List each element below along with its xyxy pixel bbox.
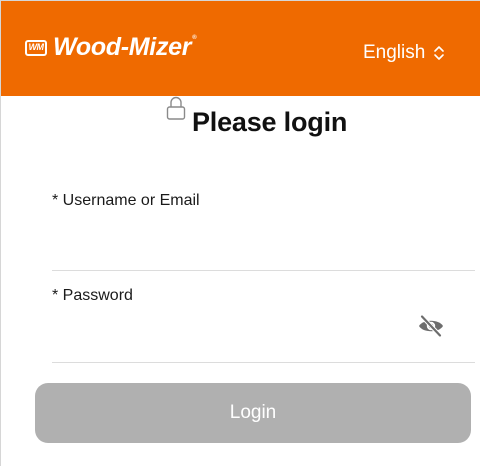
page-title: Please login: [192, 107, 348, 137]
username-field[interactable]: [52, 237, 475, 271]
eye-slash-icon[interactable]: [417, 314, 445, 338]
password-label: * Password: [52, 287, 133, 304]
brand-name: Wood-Mizer®: [53, 33, 197, 61]
brand-logo: WM Wood-Mizer®: [25, 33, 197, 61]
lock-icon: [166, 96, 186, 120]
login-button[interactable]: Login: [35, 383, 471, 443]
wood-mizer-logo-icon: WM: [25, 39, 47, 56]
username-label: * Username or Email: [52, 192, 200, 209]
language-selected-label: English: [363, 42, 426, 63]
login-screen: WM Wood-Mizer® English Please login * Us…: [0, 0, 480, 466]
login-title-row: Please login: [1, 94, 480, 142]
app-header: WM Wood-Mizer® English: [1, 1, 480, 96]
chevron-up-down-icon: [434, 46, 445, 60]
brand-name-text: Wood-Mizer: [53, 33, 192, 61]
registered-mark: ®: [192, 35, 197, 41]
password-field[interactable]: [52, 329, 475, 363]
language-selector[interactable]: English: [363, 42, 445, 64]
